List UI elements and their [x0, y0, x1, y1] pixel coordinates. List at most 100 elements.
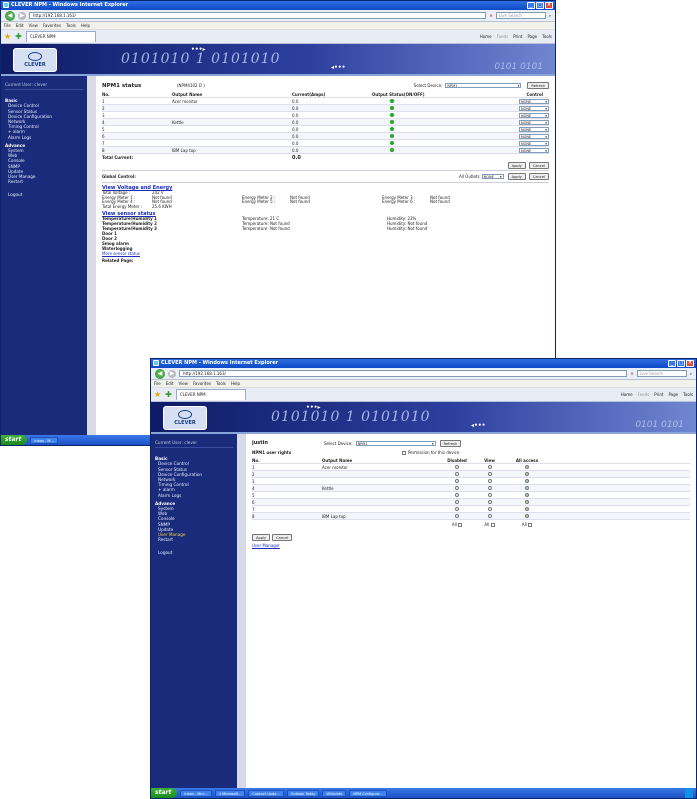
- menu-favorites[interactable]: Favorites: [193, 380, 211, 387]
- apply-button[interactable]: Apply: [252, 534, 271, 541]
- control-dropdown[interactable]: NONE ▾: [519, 126, 549, 132]
- home-button[interactable]: Home: [480, 34, 492, 39]
- control-dropdown[interactable]: NONE ▾: [519, 105, 549, 111]
- menu-view[interactable]: View: [178, 380, 188, 387]
- browser-tab[interactable]: CLEVER NPM: [175, 389, 246, 400]
- menu-view[interactable]: View: [28, 22, 38, 29]
- menu-file[interactable]: File: [4, 22, 11, 29]
- taskbar-item-inbox[interactable]: Inbox - Micr...: [180, 789, 212, 797]
- view-radio[interactable]: [487, 506, 492, 511]
- cancel-button[interactable]: Cancel: [528, 162, 549, 169]
- control-dropdown[interactable]: NONE ▾: [519, 147, 549, 153]
- menu-tools[interactable]: Tools: [216, 380, 226, 387]
- view-radio[interactable]: [487, 485, 492, 490]
- all-disabled-checkbox[interactable]: [458, 523, 463, 527]
- stop-icon[interactable]: ✕: [630, 371, 633, 376]
- all-access-radio[interactable]: [525, 499, 529, 504]
- menu-favorites[interactable]: Favorites: [43, 22, 61, 29]
- add-favorite-icon[interactable]: ✚: [15, 32, 22, 41]
- start-button[interactable]: start: [151, 788, 178, 798]
- all-access-radio[interactable]: [525, 464, 529, 469]
- start-button[interactable]: start: [1, 435, 28, 445]
- menu-edit[interactable]: Edit: [16, 22, 24, 29]
- close-button[interactable]: ×: [686, 360, 694, 367]
- control-dropdown[interactable]: NONE ▾: [519, 98, 549, 104]
- menu-help[interactable]: Help: [81, 22, 90, 29]
- refresh-button[interactable]: Refresh: [439, 439, 462, 447]
- cancel-button[interactable]: Cancel: [272, 534, 293, 541]
- taskbar-item-microsoft[interactable]: 4 Microsoft...: [214, 789, 246, 797]
- disabled-radio[interactable]: [455, 492, 459, 497]
- control-dropdown[interactable]: NONE ▾: [519, 119, 549, 125]
- view-radio[interactable]: [487, 499, 492, 504]
- view-radio[interactable]: [487, 513, 492, 518]
- menu-help[interactable]: Help: [231, 380, 240, 387]
- all-access-radio[interactable]: [525, 478, 529, 483]
- taskbar-item-npm-configuration[interactable]: NPM Configura...: [349, 789, 387, 797]
- sidebar-item-restart[interactable]: Restart: [155, 537, 233, 542]
- tools-button[interactable]: Tools: [683, 392, 693, 397]
- control-dropdown[interactable]: NONE ▾: [519, 133, 549, 139]
- disabled-radio[interactable]: [455, 513, 459, 518]
- disabled-radio[interactable]: [455, 464, 459, 469]
- view-radio[interactable]: [487, 478, 492, 483]
- search-input[interactable]: Live Search: [636, 370, 687, 377]
- stop-icon[interactable]: ✕: [489, 13, 492, 18]
- disabled-radio[interactable]: [455, 485, 459, 490]
- back-icon[interactable]: ◀: [155, 368, 165, 379]
- disabled-radio[interactable]: [455, 506, 459, 511]
- add-favorite-icon[interactable]: ✚: [165, 390, 172, 399]
- apply-button[interactable]: Apply: [507, 162, 526, 169]
- print-button[interactable]: Print: [513, 34, 522, 39]
- back-icon[interactable]: ◀: [5, 10, 15, 21]
- minimize-button[interactable]: _: [668, 360, 676, 367]
- minimize-button[interactable]: _: [527, 2, 535, 9]
- view-radio[interactable]: [487, 464, 492, 469]
- maximize-button[interactable]: □: [677, 360, 685, 367]
- taskbar-item-outlook-today[interactable]: Outlook Today: [286, 789, 320, 797]
- disabled-radio[interactable]: [455, 478, 459, 483]
- view-radio[interactable]: [487, 492, 492, 497]
- control-dropdown[interactable]: NONE ▾: [519, 140, 549, 146]
- all-view-checkbox[interactable]: [490, 523, 495, 527]
- page-button[interactable]: Page: [527, 34, 537, 39]
- favorites-star-icon[interactable]: ★: [4, 32, 11, 41]
- forward-icon[interactable]: ▶: [18, 11, 26, 20]
- sidebar-item-restart[interactable]: Restart: [5, 179, 83, 184]
- menu-tools[interactable]: Tools: [66, 22, 76, 29]
- page-button[interactable]: Page: [668, 392, 678, 397]
- all-access-radio[interactable]: [525, 513, 529, 518]
- all-outlets-dropdown[interactable]: NONE ▾: [481, 174, 504, 179]
- menu-file[interactable]: File: [154, 380, 161, 387]
- all-access-radio[interactable]: [525, 471, 529, 476]
- select-device-dropdown[interactable]: NPM1 ▾: [355, 440, 436, 446]
- search-icon[interactable]: ⌕: [549, 13, 551, 18]
- control-dropdown[interactable]: NONE ▾: [519, 112, 549, 118]
- menu-edit[interactable]: Edit: [166, 380, 174, 387]
- disabled-radio[interactable]: [455, 471, 459, 476]
- permission-checkbox[interactable]: [402, 450, 406, 455]
- maximize-button[interactable]: □: [536, 2, 544, 9]
- home-button[interactable]: Home: [621, 392, 633, 397]
- global-apply-button[interactable]: Apply: [507, 173, 526, 180]
- close-button[interactable]: ×: [545, 2, 553, 9]
- disabled-radio[interactable]: [455, 499, 459, 504]
- browser-tab[interactable]: CLEVER NPM: [25, 31, 96, 42]
- url-input[interactable]: http://192.168.1.163/: [179, 370, 628, 377]
- sidebar-item-logout[interactable]: Logout: [155, 550, 233, 555]
- favorites-star-icon[interactable]: ★: [154, 390, 161, 399]
- all-access-radio[interactable]: [525, 485, 529, 490]
- user-manager-link[interactable]: User Manager: [252, 543, 690, 548]
- taskbar-item[interactable]: Inbox - M...: [30, 436, 58, 444]
- select-device-dropdown[interactable]: NPM1 ▾: [445, 83, 522, 88]
- feeds-button[interactable]: Feeds: [497, 34, 509, 39]
- all-access-checkbox[interactable]: [528, 523, 533, 527]
- taskbar-item-wigoinfo[interactable]: WiGoInfo: [322, 789, 347, 797]
- sidebar-item-alarm-logs[interactable]: Alarm Logs: [155, 493, 233, 498]
- refresh-button[interactable]: Refresh: [527, 82, 549, 89]
- sidebar-item-logout[interactable]: Logout: [5, 192, 83, 197]
- search-icon[interactable]: ⌕: [690, 371, 692, 376]
- url-input[interactable]: http://192.168.1.163/: [29, 12, 487, 19]
- feeds-button[interactable]: Feeds: [638, 392, 650, 397]
- tools-button[interactable]: Tools: [542, 34, 552, 39]
